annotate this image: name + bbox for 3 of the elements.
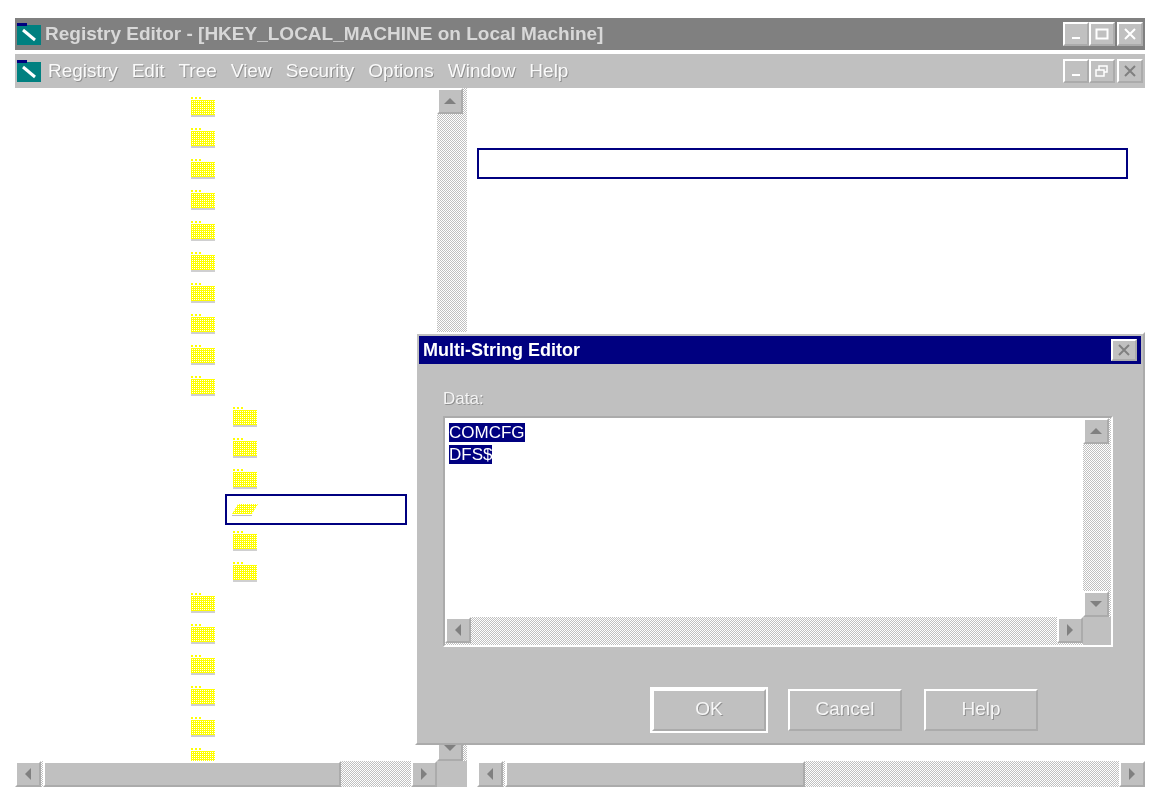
dialog-title: Multi-String Editor (423, 338, 580, 362)
field-text: COMCFG DFS$ (448, 421, 526, 466)
window-title: Registry Editor - [HKEY_LOCAL_MACHINE on Local Machine] (45, 21, 605, 46)
